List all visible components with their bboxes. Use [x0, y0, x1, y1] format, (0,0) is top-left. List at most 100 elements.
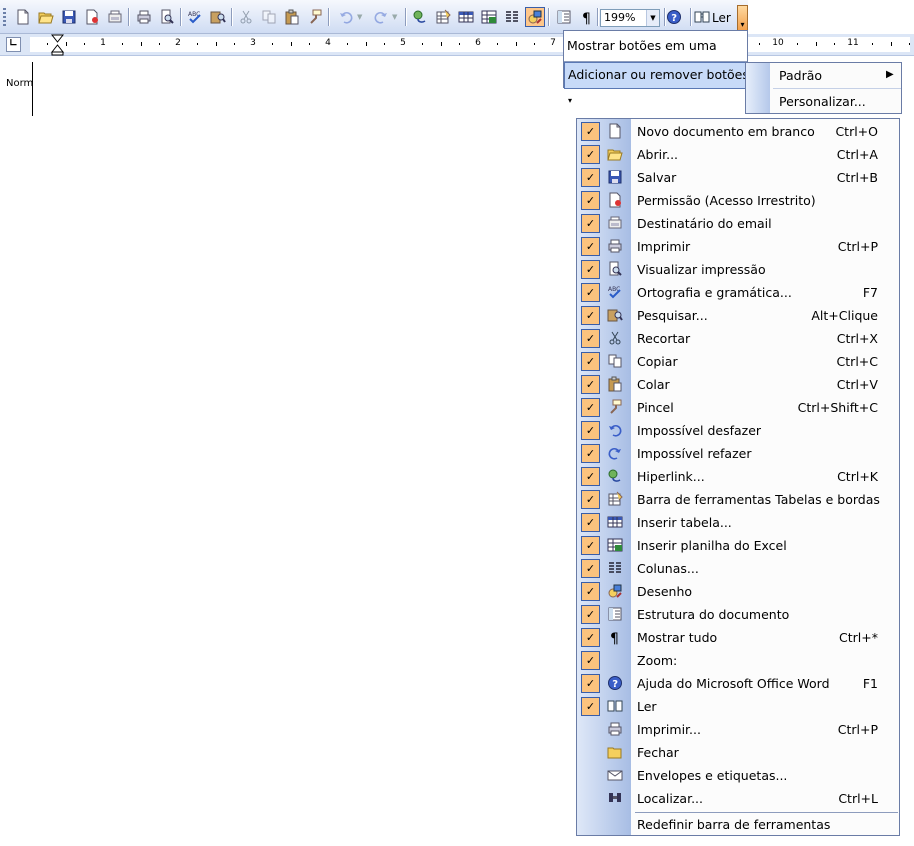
add-remove-buttons-item[interactable]: Adicionar ou remover botões ▾: [564, 62, 752, 105]
menu-item-new-document[interactable]: ✓ Novo documento em branco Ctrl+O: [577, 120, 899, 143]
show-buttons-one-row-item[interactable]: Mostrar botões em uma linha: [564, 33, 750, 79]
indent-marker-icon[interactable]: [51, 34, 64, 56]
checkmark-icon: ✓: [581, 490, 600, 509]
chevron-down-icon[interactable]: ▼: [392, 13, 397, 21]
research-icon: [210, 9, 226, 25]
checkmark-icon: ✓: [581, 145, 600, 164]
menu-item-research[interactable]: ✓ Pesquisar... Alt+Clique: [577, 304, 899, 327]
print-preview-button[interactable]: [157, 7, 177, 27]
drawing-button[interactable]: [525, 7, 545, 27]
print-button[interactable]: [134, 7, 154, 27]
redo-button[interactable]: [371, 7, 391, 27]
checkmark-icon: ✓: [581, 674, 600, 693]
customize-item[interactable]: Personalizar...: [779, 94, 866, 109]
toolbar-grip[interactable]: [3, 8, 6, 26]
hyperlink-button[interactable]: [410, 7, 430, 27]
menu-item-print[interactable]: ✓ Imprimir Ctrl+P: [577, 235, 899, 258]
checkmark-icon: ✓: [581, 375, 600, 394]
menu-item-undo[interactable]: ✓ Impossível desfazer: [577, 419, 899, 442]
checkmark-icon: ✓: [581, 582, 600, 601]
permission-button[interactable]: [82, 7, 102, 27]
standard-toolbar-item[interactable]: Padrão: [779, 68, 822, 83]
tab-selector-button[interactable]: ∟: [6, 37, 21, 52]
menu-item-insert-excel[interactable]: ✓ Inserir planilha do Excel: [577, 534, 899, 557]
chevron-down-icon[interactable]: ▼: [357, 13, 362, 21]
paste-icon: [284, 9, 300, 25]
format-painter-button[interactable]: [305, 7, 325, 27]
menu-item-format-painter[interactable]: ✓ Pincel Ctrl+Shift+C: [577, 396, 899, 419]
columns-icon: [504, 9, 520, 25]
email-recipient-button[interactable]: [105, 7, 125, 27]
chevron-down-icon[interactable]: ▼: [646, 10, 659, 26]
document-map-button[interactable]: [554, 7, 574, 27]
menu-item-spelling[interactable]: ✓ ABC Ortografia e gramática... F7: [577, 281, 899, 304]
menu-item-save[interactable]: ✓ Salvar Ctrl+B: [577, 166, 899, 189]
reset-toolbar-item[interactable]: Redefinir barra de ferramentas: [577, 813, 899, 836]
copy-button[interactable]: [259, 7, 279, 27]
help-button[interactable]: ?: [664, 7, 684, 27]
menu-item-open-folder[interactable]: ✓ Abrir... Ctrl+A: [577, 143, 899, 166]
print-preview-icon: [159, 9, 175, 25]
menu-item-zoom[interactable]: ✓ Zoom:: [577, 649, 899, 672]
menu-item-label: Imprimir...: [637, 722, 701, 737]
insert-table-button[interactable]: [456, 7, 476, 27]
menu-item-find[interactable]: Localizar... Ctrl+L: [577, 787, 899, 810]
menu-item-shortcut: Ctrl+L: [838, 791, 878, 806]
menu-item-permission[interactable]: ✓ Permissão (Acesso Irrestrito): [577, 189, 899, 212]
menu-item-label: Inserir tabela...: [637, 515, 732, 530]
menu-item-print[interactable]: Imprimir... Ctrl+P: [577, 718, 899, 741]
ruler-tick: [871, 43, 873, 45]
menu-item-drawing[interactable]: ✓ Desenho: [577, 580, 899, 603]
menu-item-columns[interactable]: ✓ Colunas...: [577, 557, 899, 580]
menu-item-label: Permissão (Acesso Irrestrito): [637, 193, 816, 208]
spelling-button[interactable]: ABC: [185, 7, 205, 27]
menu-item-redo[interactable]: ✓ Impossível refazer: [577, 442, 899, 465]
cut-button[interactable]: [236, 7, 256, 27]
drawing-icon: [527, 9, 543, 25]
read-button[interactable]: Ler: [694, 8, 731, 28]
menu-item-hyperlink[interactable]: ✓ Hiperlink... Ctrl+K: [577, 465, 899, 488]
open-folder-button[interactable]: [36, 7, 56, 27]
toolbar-options-chevron[interactable]: ▾: [737, 5, 748, 31]
menu-item-help[interactable]: ✓? Ajuda do Microsoft Office Word F1: [577, 672, 899, 695]
save-button[interactable]: [59, 7, 79, 27]
toolbar-separator: [128, 8, 129, 26]
columns-button[interactable]: [502, 7, 522, 27]
undo-button[interactable]: [336, 7, 356, 27]
menu-item-envelope[interactable]: Envelopes e etiquetas...: [577, 764, 899, 787]
menu-item-label: Estrutura do documento: [637, 607, 790, 622]
menu-item-shortcut: Ctrl+P: [837, 239, 878, 254]
ruler-number: 3: [250, 38, 256, 48]
menu-item-shortcut: Ctrl+A: [836, 147, 878, 162]
horizontal-ruler[interactable]: 1234567891011: [30, 37, 911, 52]
menu-item-pilcrow[interactable]: ✓ ¶ Mostrar tudo Ctrl+*: [577, 626, 899, 649]
checkmark-icon: ✓: [581, 513, 600, 532]
menu-item-insert-table[interactable]: ✓ Inserir tabela...: [577, 511, 899, 534]
paste-button[interactable]: [282, 7, 302, 27]
paste-icon: [607, 376, 623, 392]
cut-icon: [607, 330, 623, 346]
menu-item-cut[interactable]: ✓ Recortar Ctrl+X: [577, 327, 899, 350]
menu-item-shortcut: Ctrl+Shift+C: [797, 400, 878, 415]
copy-icon: [607, 353, 623, 369]
menu-item-copy[interactable]: ✓ Copiar Ctrl+C: [577, 350, 899, 373]
menu-item-document-map[interactable]: ✓ Estrutura do documento: [577, 603, 899, 626]
new-document-button[interactable]: [13, 7, 33, 27]
menu-item-close-folder[interactable]: Fechar: [577, 741, 899, 764]
menu-item-print-preview[interactable]: ✓ Visualizar impressão: [577, 258, 899, 281]
tables-borders-button[interactable]: [433, 7, 453, 27]
research-button[interactable]: [208, 7, 228, 27]
menu-item-read[interactable]: ✓ Ler: [577, 695, 899, 718]
svg-text:¶: ¶: [610, 631, 619, 645]
menu-item-label: Personalizar...: [779, 94, 866, 109]
menu-item-tables-borders[interactable]: ✓ Barra de ferramentas Tabelas e bordas: [577, 488, 899, 511]
pilcrow-button[interactable]: ¶: [577, 7, 597, 27]
checkmark-icon: ✓: [581, 237, 600, 256]
menu-item-email-recipient[interactable]: ✓ Destinatário do email: [577, 212, 899, 235]
menu-item-paste[interactable]: ✓ Colar Ctrl+V: [577, 373, 899, 396]
redo-icon: [373, 9, 389, 25]
insert-excel-button[interactable]: [479, 7, 499, 27]
zoom-combo[interactable]: 199% ▼: [600, 9, 660, 27]
menu-item-label: Ajuda do Microsoft Office Word: [637, 676, 830, 691]
ruler-tick: [815, 42, 817, 46]
